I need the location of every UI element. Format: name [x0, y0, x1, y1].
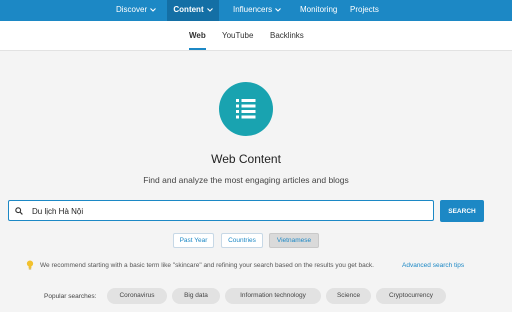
popular-search-chip[interactable]: Information technology — [225, 288, 321, 304]
search-box[interactable] — [8, 200, 434, 221]
content-sub-navigation: Web YouTube Backlinks — [0, 21, 512, 51]
popular-search-chip[interactable]: Coronavirus — [107, 288, 167, 304]
search-tip-text: We recommend starting with a basic term … — [40, 262, 374, 269]
search-input[interactable] — [32, 204, 428, 218]
filter-language-vietnamese[interactable]: Vietnamese — [269, 233, 319, 248]
tab-youtube[interactable]: YouTube — [222, 21, 253, 50]
nav-item-discover[interactable]: Discover — [116, 0, 157, 21]
chevron-down-icon — [275, 8, 282, 12]
nav-item-content[interactable]: Content — [167, 0, 219, 21]
search-button[interactable]: SEARCH — [440, 200, 484, 222]
web-content-badge — [219, 82, 273, 136]
popular-search-chip[interactable]: Big data — [172, 288, 220, 304]
page-title: Web Content — [211, 152, 281, 166]
lightbulb-icon — [26, 260, 34, 270]
filter-past-year[interactable]: Past Year — [173, 233, 214, 248]
advanced-search-tips-link[interactable]: Advanced search tips — [402, 262, 464, 269]
search-icon — [15, 207, 23, 215]
nav-item-projects[interactable]: Projects — [350, 0, 379, 21]
nav-item-monitoring[interactable]: Monitoring — [300, 0, 337, 21]
nav-item-label: Discover — [116, 5, 148, 14]
chevron-down-icon — [150, 8, 157, 12]
nav-item-label: Monitoring — [300, 5, 338, 14]
popular-search-chip[interactable]: Science — [326, 288, 371, 304]
page-subtitle: Find and analyze the most engaging artic… — [143, 175, 349, 185]
filter-countries[interactable]: Countries — [221, 233, 263, 248]
popular-searches-label: Popular searches: — [44, 293, 97, 300]
nav-item-influencers[interactable]: Influencers — [233, 0, 282, 21]
popular-search-chip[interactable]: Cryptocurrency — [376, 288, 446, 304]
nav-item-label: Content — [173, 5, 204, 14]
list-icon — [236, 99, 256, 119]
top-navigation-bar: Discover Content Influencers Monitoring … — [0, 0, 512, 21]
nav-item-label: Influencers — [233, 5, 273, 14]
nav-item-label: Projects — [350, 5, 379, 14]
tab-backlinks[interactable]: Backlinks — [270, 21, 304, 50]
chevron-down-icon — [206, 8, 213, 12]
tab-web[interactable]: Web — [189, 21, 206, 50]
